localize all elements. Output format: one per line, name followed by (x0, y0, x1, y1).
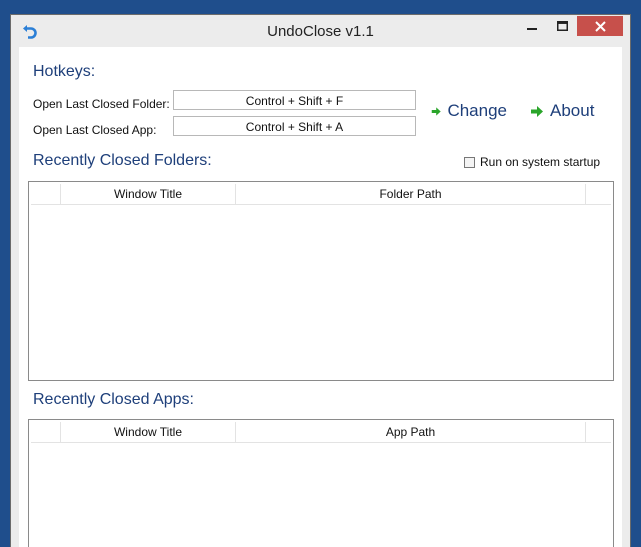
startup-label: Run on system startup (480, 155, 601, 169)
folder-hotkey-field[interactable]: Control + Shift + F (173, 90, 416, 110)
client-area: Hotkeys: Open Last Closed Folder: Contro… (19, 47, 622, 547)
app-hotkey-field[interactable]: Control + Shift + A (173, 116, 416, 136)
folders-heading: Recently Closed Folders: (33, 152, 212, 169)
apps-list-body[interactable] (31, 443, 611, 547)
apps-list[interactable]: Window Title App Path (28, 419, 614, 547)
folders-col-window-title[interactable]: Window Title (61, 184, 236, 204)
hotkeys-heading: Hotkeys: (33, 63, 96, 80)
app-window: UndoClose v1.1 Hotkeys: Open Last Closed… (10, 14, 631, 547)
startup-checkbox[interactable] (464, 156, 475, 168)
folder-hotkey-label: Open Last Closed Folder: (33, 97, 170, 111)
app-hotkey-label: Open Last Closed App: (33, 123, 157, 137)
change-button[interactable]: Change (431, 101, 507, 121)
apps-col-end[interactable] (586, 422, 611, 442)
desktop: UndoClose v1.1 Hotkeys: Open Last Closed… (0, 0, 641, 547)
title-bar[interactable]: UndoClose v1.1 (11, 15, 630, 47)
folders-col-end[interactable] (586, 184, 611, 204)
about-label: About (550, 101, 595, 120)
folders-col-folder-path[interactable]: Folder Path (236, 184, 586, 204)
folders-list-body[interactable] (31, 205, 611, 378)
folders-list-header: Window Title Folder Path (31, 184, 611, 205)
apps-list-header: Window Title App Path (31, 422, 611, 443)
change-label: Change (447, 101, 507, 120)
apps-col-window-title[interactable]: Window Title (61, 422, 236, 442)
apps-col-app-path[interactable]: App Path (236, 422, 586, 442)
close-icon (594, 20, 606, 32)
folders-col-blank[interactable] (31, 184, 61, 204)
green-arrow-right-icon (531, 105, 543, 117)
close-button[interactable] (577, 16, 623, 36)
apps-heading: Recently Closed Apps: (33, 391, 194, 408)
minimize-icon (527, 28, 537, 30)
startup-checkbox-row[interactable]: Run on system startup (464, 155, 600, 169)
maximize-button[interactable] (549, 16, 575, 36)
minimize-button[interactable] (519, 16, 545, 36)
about-button[interactable]: About (530, 101, 594, 121)
maximize-icon (556, 21, 568, 31)
green-arrow-right-icon (431, 106, 441, 116)
folders-list[interactable]: Window Title Folder Path (28, 181, 614, 381)
apps-col-blank[interactable] (31, 422, 61, 442)
